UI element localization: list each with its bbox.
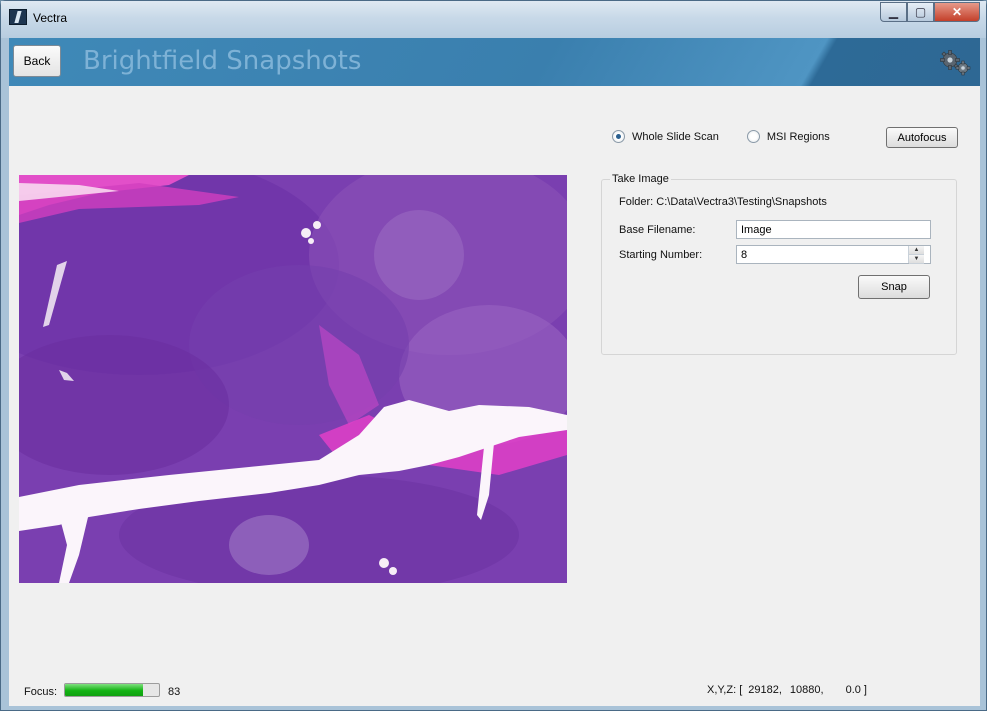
radio-msi-regions[interactable]: MSI Regions [746,130,830,143]
radio-whole-slide-scan[interactable]: Whole Slide Scan [612,130,719,143]
starting-number-spinner: ▲ ▼ [908,246,924,264]
take-image-group: Take Image Folder: C:\Data\Vectra3\Testi… [601,173,957,355]
window-controls: ▁ ▢ ✕ [880,2,980,22]
vectra-app-icon [9,9,27,25]
specimen-image[interactable] [19,175,567,583]
spin-up-icon[interactable]: ▲ [909,246,924,255]
client-area: Whole Slide Scan MSI Regions Autofocus T… [9,86,980,706]
base-filename-label: Base Filename: [619,224,696,236]
gears-icon[interactable] [938,50,972,76]
title-bar[interactable]: Vectra ▁ ▢ ✕ [1,1,986,38]
radio-unchecked-icon [746,130,760,143]
minimize-button[interactable]: ▁ [880,2,907,22]
maximize-button[interactable]: ▢ [907,2,934,22]
close-icon: ✕ [951,5,963,19]
window-title: Vectra [33,11,68,25]
scan-mode-options: Whole Slide Scan MSI Regions [612,130,858,143]
snap-button[interactable]: Snap [858,275,930,299]
autofocus-button[interactable]: Autofocus [886,127,958,148]
app-window: Vectra ▁ ▢ ✕ Back Brightfield Snapshots [0,0,987,711]
z-coordinate: 0.0 ] [845,684,867,696]
page-header: Back Brightfield Snapshots [9,38,980,86]
maximize-icon: ▢ [914,5,927,19]
minimize-icon: ▁ [888,5,899,19]
focus-label: Focus: [24,686,58,698]
focus-progress-fill [65,684,144,696]
focus-value: 83 [168,686,181,698]
base-filename-input[interactable] [736,220,931,239]
page-title: Brightfield Snapshots [83,46,362,76]
close-button[interactable]: ✕ [934,2,980,22]
radio-label: MSI Regions [766,130,830,143]
folder-path-text: Folder: C:\Data\Vectra3\Testing\Snapshot… [619,196,827,208]
xyz-readout: X,Y,Z: [ 29182, 10880, 0.0 ] [707,684,867,696]
take-image-legend: Take Image [610,173,671,185]
starting-number-label: Starting Number: [619,249,703,261]
radio-checked-icon [612,130,625,143]
spin-down-icon[interactable]: ▼ [909,255,924,264]
back-button[interactable]: Back [13,45,61,77]
radio-label: Whole Slide Scan [632,130,719,143]
starting-number-input[interactable] [736,245,931,264]
y-coordinate: 10880, [789,684,824,696]
xyz-label: X,Y,Z: [ [707,684,743,696]
x-coordinate: 29182, [748,684,782,696]
focus-progress-bar [64,683,160,697]
